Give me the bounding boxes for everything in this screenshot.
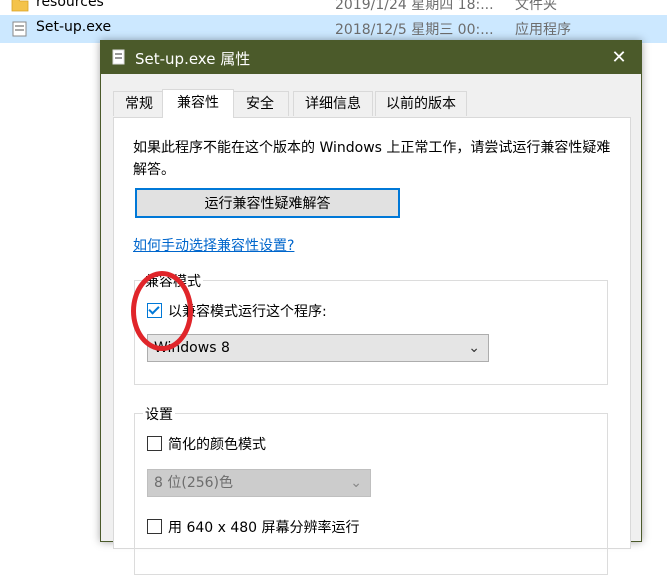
resolution-checkbox[interactable] <box>147 519 162 534</box>
tab-compatibility[interactable]: 兼容性 <box>162 89 234 118</box>
dialog-titlebar[interactable]: Set-up.exe 属性 ✕ <box>101 41 641 74</box>
resolution-label: 用 640 x 480 屏幕分辨率运行 <box>168 520 360 536</box>
group-label: 兼容模式 <box>143 271 203 291</box>
file-type: 文件夹 <box>515 0 557 13</box>
settings-group: 设置 简化的颜色模式 8 位(256)色 ⌄ 用 640 x 480 屏幕分辨率… <box>134 404 608 575</box>
tab-previous-versions[interactable]: 以前的版本 <box>375 91 467 116</box>
compat-mode-group: 兼容模式 以兼容模式运行这个程序: Windows 8 ⌄ <box>134 271 608 385</box>
os-version-value: Windows 8 <box>154 340 230 356</box>
tab-security[interactable]: 安全 <box>231 91 289 116</box>
file-type: 应用程序 <box>515 22 571 38</box>
reduced-color-label: 简化的颜色模式 <box>168 437 266 453</box>
os-version-select[interactable]: Windows 8 ⌄ <box>147 334 489 362</box>
group-label: 设置 <box>143 404 175 424</box>
compat-mode-label: 以兼容模式运行这个程序: <box>168 304 327 320</box>
reduced-color-checkbox-row[interactable]: 简化的颜色模式 <box>147 434 266 454</box>
tab-general[interactable]: 常规 <box>113 91 165 116</box>
color-depth-value: 8 位(256)色 <box>154 475 234 491</box>
properties-dialog: Set-up.exe 属性 ✕ 常规 兼容性 安全 详细信息 以前的版本 如果此… <box>100 40 642 575</box>
folder-icon <box>11 0 29 12</box>
file-date: 2018/12/5 星期三 00:... <box>335 22 494 38</box>
compat-description: 如果此程序不能在这个版本的 Windows 上正常工作，请尝试运行兼容性疑难解答… <box>133 140 611 178</box>
color-depth-select: 8 位(256)色 ⌄ <box>147 469 371 497</box>
manual-settings-link[interactable]: 如何手动选择兼容性设置? <box>133 235 294 255</box>
file-name: resources <box>36 0 104 10</box>
file-date: 2019/1/24 星期四 18:... <box>335 0 494 13</box>
dialog-title: Set-up.exe 属性 <box>135 50 251 68</box>
chevron-down-icon: ⌄ <box>350 475 362 491</box>
run-troubleshooter-button[interactable]: 运行兼容性疑难解答 <box>135 188 400 218</box>
close-icon[interactable]: ✕ <box>597 41 641 74</box>
resolution-checkbox-row[interactable]: 用 640 x 480 屏幕分辨率运行 <box>147 517 360 537</box>
chevron-down-icon: ⌄ <box>468 340 480 356</box>
reduced-color-checkbox[interactable] <box>147 436 162 451</box>
file-name: Set-up.exe <box>36 19 112 35</box>
exe-file-icon <box>112 49 125 65</box>
tab-details[interactable]: 详细信息 <box>293 91 373 116</box>
exe-file-icon <box>12 21 27 37</box>
file-row-setup[interactable]: Set-up.exe 2018/12/5 星期三 00:... 应用程序 <box>0 15 667 43</box>
compatibility-panel: 如果此程序不能在这个版本的 Windows 上正常工作，请尝试运行兼容性疑难解答… <box>113 117 631 575</box>
compat-mode-checkbox-row[interactable]: 以兼容模式运行这个程序: <box>147 301 327 321</box>
compat-mode-checkbox[interactable] <box>147 303 162 318</box>
